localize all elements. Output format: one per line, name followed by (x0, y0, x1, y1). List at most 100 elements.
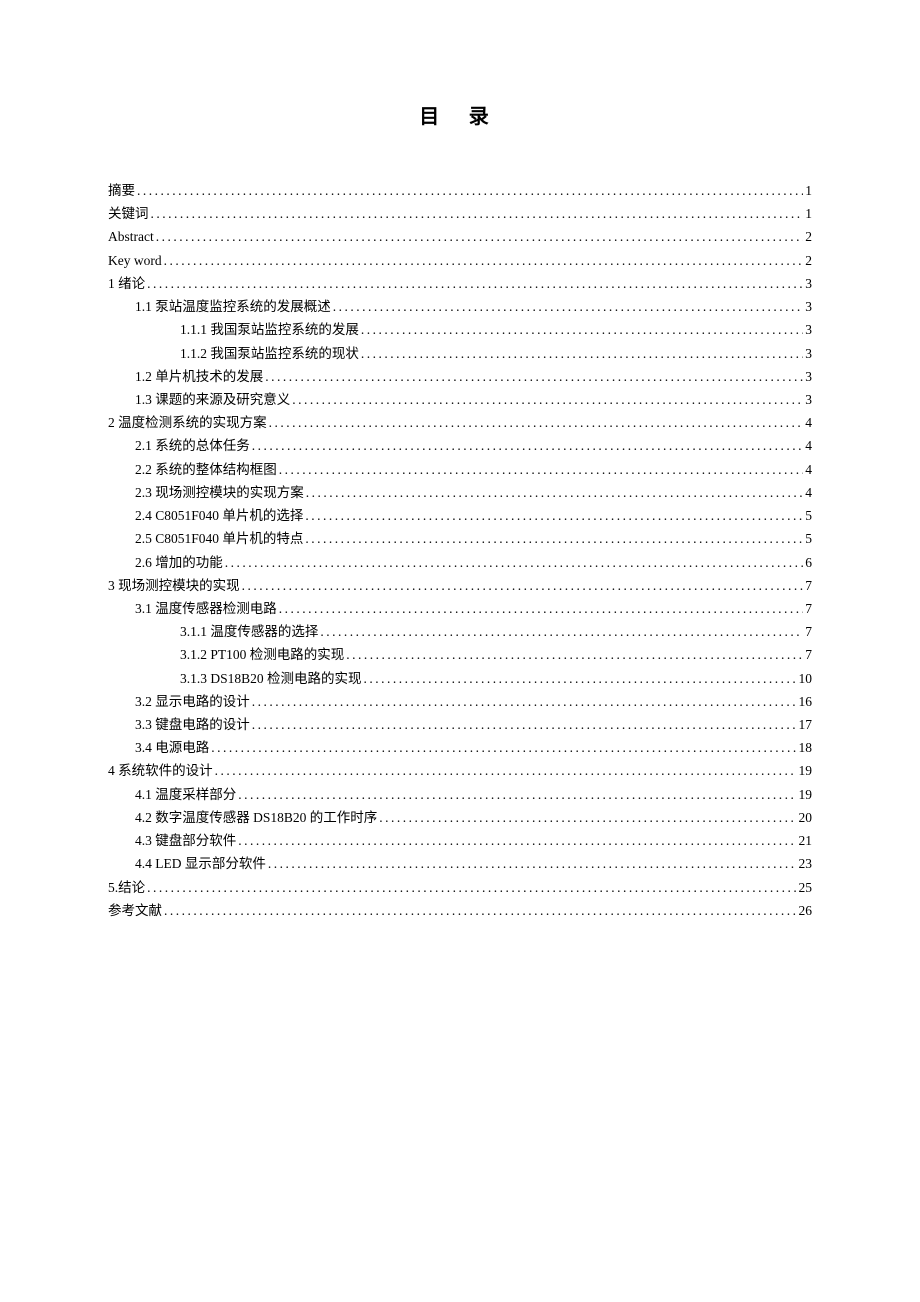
page-title: 目 录 (108, 100, 812, 129)
toc-entry-label: Abstract (108, 225, 154, 248)
toc-entry-label: 1.3 课题的来源及研究意义 (135, 388, 290, 411)
toc-entry-label: 2.6 增加的功能 (135, 551, 223, 574)
toc-entry-label: 4.1 温度采样部分 (135, 783, 236, 806)
toc-leader-dots (305, 504, 803, 527)
toc-entry[interactable]: 1 绪论 3 (108, 272, 812, 295)
toc-entry[interactable]: 4 系统软件的设计 19 (108, 759, 812, 782)
toc-entry-label: 2 温度检测系统的实现方案 (108, 411, 267, 434)
toc-entry-label: 2.4 C8051F040 单片机的选择 (135, 504, 303, 527)
toc-entry-page: 6 (805, 551, 812, 574)
toc-entry-label: 2.1 系统的总体任务 (135, 434, 250, 457)
toc-entry[interactable]: Abstract2 (108, 225, 812, 248)
toc-entry-page: 7 (805, 597, 812, 620)
toc-entry-page: 4 (805, 458, 812, 481)
toc-leader-dots (215, 759, 797, 782)
toc-entry[interactable]: 3.4 电源电路 18 (108, 736, 812, 759)
toc-entry-page: 19 (799, 759, 813, 782)
toc-entry[interactable]: 5.结论 25 (108, 876, 812, 899)
toc-entry-page: 10 (799, 667, 813, 690)
toc-entry-page: 3 (805, 272, 812, 295)
toc-entry-label: 3.3 键盘电路的设计 (135, 713, 250, 736)
toc-leader-dots (306, 481, 804, 504)
toc-entry-page: 1 (805, 202, 812, 225)
toc-entry[interactable]: 4.4 LED 显示部分软件 23 (108, 852, 812, 875)
toc-leader-dots (361, 342, 803, 365)
toc-entry[interactable]: 3 现场测控模块的实现 7 (108, 574, 812, 597)
toc-entry[interactable]: 3.1.2 PT100 检测电路的实现7 (108, 643, 812, 666)
toc-entry-label: 2.3 现场测控模块的实现方案 (135, 481, 304, 504)
toc-entry-page: 7 (805, 574, 812, 597)
toc-entry-page: 16 (799, 690, 813, 713)
toc-entry[interactable]: 2.2 系统的整体结构框图 4 (108, 458, 812, 481)
toc-entry[interactable]: 关键词 1 (108, 202, 812, 225)
toc-leader-dots (147, 876, 796, 899)
toc-entry-label: 4 系统软件的设计 (108, 759, 213, 782)
toc-leader-dots (238, 783, 796, 806)
toc-entry[interactable]: 2.3 现场测控模块的实现方案4 (108, 481, 812, 504)
toc-leader-dots (268, 852, 797, 875)
toc-leader-dots (211, 736, 796, 759)
toc-entry-page: 25 (799, 876, 813, 899)
toc-leader-dots (238, 829, 796, 852)
toc-entry-label: 3.1.2 PT100 检测电路的实现 (180, 643, 344, 666)
toc-entry[interactable]: 1.2 单片机技术的发展3 (108, 365, 812, 388)
toc-entry-label: 3.1.3 DS18B20 检测电路的实现 (180, 667, 362, 690)
toc-entry[interactable]: 1.1 泵站温度监控系统的发展概述 3 (108, 295, 812, 318)
toc-entry-page: 3 (805, 365, 812, 388)
toc-entry-page: 3 (805, 295, 812, 318)
toc-entry[interactable]: 1.3 课题的来源及研究意义 3 (108, 388, 812, 411)
toc-entry[interactable]: Key word 2 (108, 249, 812, 272)
toc-entry[interactable]: 1.1.1 我国泵站监控系统的发展 3 (108, 318, 812, 341)
toc-entry-page: 19 (799, 783, 813, 806)
toc-leader-dots (164, 249, 804, 272)
toc-entry[interactable]: 2 温度检测系统的实现方案 4 (108, 411, 812, 434)
toc-entry-page: 20 (799, 806, 813, 829)
toc-entry-page: 1 (805, 179, 812, 202)
toc-entry-label: 1 绪论 (108, 272, 145, 295)
toc-entry[interactable]: 参考文献 26 (108, 899, 812, 922)
toc-entry-label: 3 现场测控模块的实现 (108, 574, 240, 597)
toc-entry-page: 7 (805, 620, 812, 643)
toc-entry[interactable]: 2.6 增加的功能 6 (108, 551, 812, 574)
toc-leader-dots (361, 318, 803, 341)
toc-entry-label: 3.1 温度传感器检测电路 (135, 597, 277, 620)
toc-entry[interactable]: 1.1.2 我国泵站监控系统的现状 3 (108, 342, 812, 365)
table-of-contents: 摘要 1关键词 1Abstract2Key word 21 绪论 31.1 泵站… (108, 179, 812, 922)
toc-entry[interactable]: 4.3 键盘部分软件 21 (108, 829, 812, 852)
toc-entry[interactable]: 3.1.3 DS18B20 检测电路的实现 10 (108, 667, 812, 690)
toc-entry[interactable]: 2.4 C8051F040 单片机的选择 5 (108, 504, 812, 527)
toc-entry-page: 3 (805, 318, 812, 341)
toc-leader-dots (346, 643, 803, 666)
toc-entry[interactable]: 2.1 系统的总体任务4 (108, 434, 812, 457)
toc-entry[interactable]: 3.3 键盘电路的设计 17 (108, 713, 812, 736)
toc-entry[interactable]: 3.1.1 温度传感器的选择 7 (108, 620, 812, 643)
toc-entry[interactable]: 3.2 显示电路的设计 16 (108, 690, 812, 713)
toc-entry-label: 2.5 C8051F040 单片机的特点 (135, 527, 303, 550)
toc-entry[interactable]: 摘要 1 (108, 179, 812, 202)
toc-entry-label: 4.2 数字温度传感器 DS18B20 的工作时序 (135, 806, 377, 829)
toc-leader-dots (292, 388, 803, 411)
toc-leader-dots (242, 574, 804, 597)
toc-leader-dots (252, 690, 797, 713)
toc-entry-label: 关键词 (108, 202, 149, 225)
toc-entry-label: 3.4 电源电路 (135, 736, 209, 759)
toc-entry-label: 5.结论 (108, 876, 145, 899)
toc-entry[interactable]: 3.1 温度传感器检测电路 7 (108, 597, 812, 620)
toc-entry-label: 4.4 LED 显示部分软件 (135, 852, 266, 875)
toc-entry-label: 3.1.1 温度传感器的选择 (180, 620, 318, 643)
toc-entry-label: 3.2 显示电路的设计 (135, 690, 250, 713)
toc-entry[interactable]: 4.2 数字温度传感器 DS18B20 的工作时序 20 (108, 806, 812, 829)
toc-leader-dots (137, 179, 803, 202)
toc-entry[interactable]: 4.1 温度采样部分 19 (108, 783, 812, 806)
toc-entry-label: 4.3 键盘部分软件 (135, 829, 236, 852)
toc-entry-label: 2.2 系统的整体结构框图 (135, 458, 277, 481)
toc-entry-page: 4 (805, 411, 812, 434)
toc-leader-dots (364, 667, 797, 690)
toc-entry-page: 21 (799, 829, 813, 852)
toc-entry-page: 5 (805, 504, 812, 527)
toc-entry-label: Key word (108, 249, 162, 272)
toc-entry-page: 18 (799, 736, 813, 759)
toc-leader-dots (279, 597, 804, 620)
toc-entry-page: 17 (799, 713, 813, 736)
toc-entry[interactable]: 2.5 C8051F040 单片机的特点5 (108, 527, 812, 550)
